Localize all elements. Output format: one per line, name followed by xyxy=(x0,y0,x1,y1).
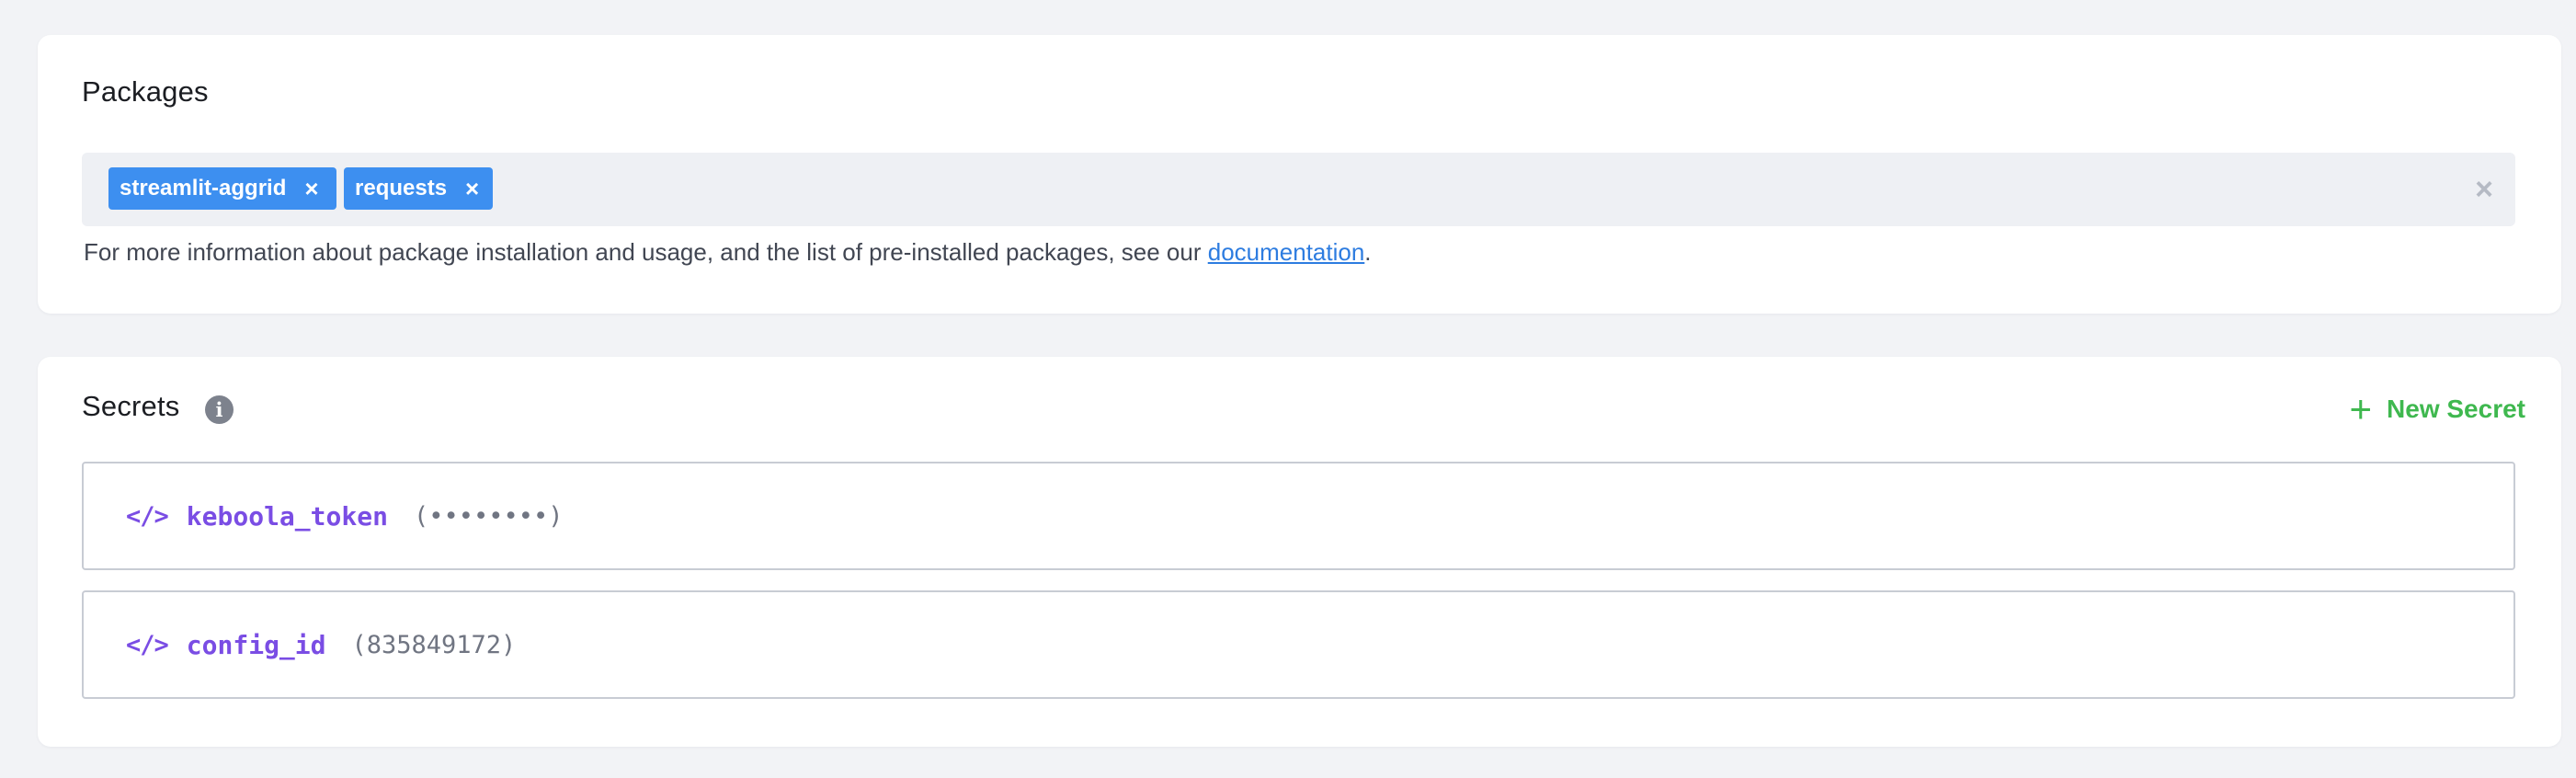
package-tag: requests × xyxy=(344,167,493,210)
secrets-title: Secrets xyxy=(82,390,180,422)
package-tag: streamlit-aggrid × xyxy=(108,167,336,210)
helper-text-prefix: For more information about package insta… xyxy=(84,238,1208,266)
code-icon: </> xyxy=(126,501,169,531)
secret-value: (835849172) xyxy=(351,630,517,659)
code-icon: </> xyxy=(126,630,169,659)
packages-helper-text: For more information about package insta… xyxy=(84,238,1372,267)
secret-value: (••••••••) xyxy=(413,501,564,531)
secret-row[interactable]: </> config_id (835849172) xyxy=(82,590,2515,699)
packages-card: Packages streamlit-aggrid × requests × ×… xyxy=(38,35,2561,314)
secret-name: config_id xyxy=(186,629,326,660)
info-icon[interactable]: i xyxy=(205,395,234,424)
secrets-card: Secrets i + New Secret </> keboola_token… xyxy=(38,357,2561,747)
package-tag-label: streamlit-aggrid xyxy=(120,176,287,200)
secret-name: keboola_token xyxy=(186,500,388,532)
packages-title: Packages xyxy=(82,75,209,108)
package-tag-label: requests xyxy=(355,176,448,200)
new-secret-button[interactable]: + New Secret xyxy=(2350,390,2526,429)
secret-row[interactable]: </> keboola_token (••••••••) xyxy=(82,462,2515,570)
remove-tag-icon[interactable]: × xyxy=(465,177,479,200)
packages-tag-input[interactable]: streamlit-aggrid × requests × × xyxy=(82,153,2515,226)
documentation-link[interactable]: documentation xyxy=(1208,238,1365,266)
new-secret-label: New Secret xyxy=(2387,395,2525,423)
remove-tag-icon[interactable]: × xyxy=(304,177,318,200)
plus-icon: + xyxy=(2349,387,2373,430)
clear-all-icon[interactable]: × xyxy=(2475,171,2493,208)
helper-text-suffix: . xyxy=(1364,238,1372,266)
